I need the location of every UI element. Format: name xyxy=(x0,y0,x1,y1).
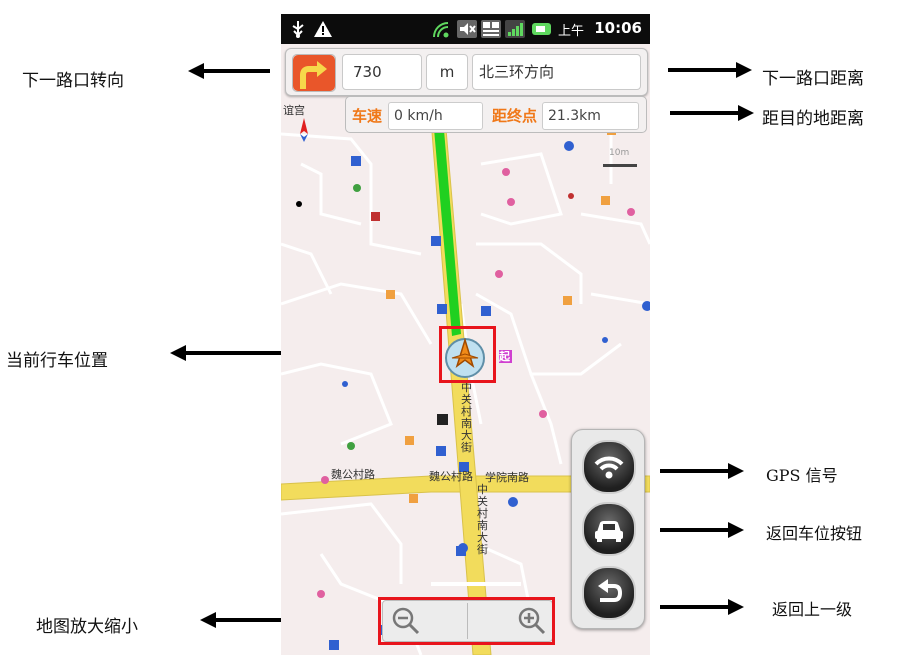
remaining-value: 21.3km xyxy=(542,102,639,130)
annotation-gps-signal: GPS 信号 xyxy=(766,466,838,485)
start-marker: 起 xyxy=(499,350,510,363)
arrow-right-icon xyxy=(660,522,744,538)
battery-icon xyxy=(532,23,551,35)
status-time: 10:06 xyxy=(594,19,642,37)
annotation-next-turn: 下一路口转向 xyxy=(22,71,124,91)
usb-icon xyxy=(292,21,304,38)
trip-info-bar: 车速 0 km/h 距终点 21.3km xyxy=(345,96,647,133)
undo-arrow-icon xyxy=(598,579,623,602)
street-label: 魏公村路 xyxy=(331,468,375,481)
status-bar: 上午 10:06 xyxy=(281,14,650,44)
highlight-zoom xyxy=(378,597,555,645)
status-ampm: 上午 xyxy=(557,24,584,39)
go-back-button[interactable] xyxy=(582,566,636,620)
signal-sync-icon xyxy=(433,22,449,38)
annotation-destination-distance: 距目的地距离 xyxy=(762,109,864,129)
annotation-return-vehicle: 返回车位按钮 xyxy=(766,524,863,543)
gps-signal-button[interactable] xyxy=(582,440,636,494)
arrow-right-icon xyxy=(660,599,744,615)
remaining-label: 距终点 xyxy=(492,107,538,125)
annotation-zoom: 地图放大缩小 xyxy=(36,617,138,637)
map-scale-label: 10m xyxy=(609,148,630,158)
arrow-right-icon xyxy=(668,62,752,78)
navigation-bar: 730 m 北三环方向 xyxy=(285,48,648,96)
side-control-panel xyxy=(571,429,645,629)
highlight-current-position xyxy=(439,326,496,383)
annotation-next-distance: 下一路口距离 xyxy=(762,69,864,89)
next-direction: 北三环方向 xyxy=(472,54,641,90)
street-label: 魏公村路 xyxy=(429,470,473,483)
3g-icon xyxy=(481,20,501,38)
car-icon xyxy=(595,521,623,542)
phone-screen: 上午 10:06 谊宫 10m 魏公村路 魏公村路 学院南路 中关村南大街 中关… xyxy=(281,14,650,655)
street-label: 学院南路 xyxy=(485,471,529,484)
arrow-right-icon xyxy=(660,463,744,479)
turn-direction-button[interactable] xyxy=(292,54,336,92)
wifi-signal-icon xyxy=(594,456,624,479)
map-label-left: 谊宫 xyxy=(283,104,305,117)
annotation-go-back: 返回上一级 xyxy=(772,600,853,619)
warning-icon xyxy=(314,21,332,37)
arrow-right-icon xyxy=(670,105,754,121)
turn-right-icon xyxy=(293,55,335,91)
avenue-label: 中关村南大街 xyxy=(477,483,488,556)
arrow-left-icon xyxy=(188,63,270,79)
mute-icon xyxy=(457,20,477,38)
annotation-current-position: 当前行车位置 xyxy=(6,351,108,371)
speed-value: 0 km/h xyxy=(388,102,483,130)
cell-signal-icon xyxy=(505,20,525,38)
avenue-label: 中关村南大街 xyxy=(461,381,472,454)
next-distance-value: 730 xyxy=(342,54,422,90)
return-vehicle-button[interactable] xyxy=(582,502,636,556)
speed-label: 车速 xyxy=(352,107,383,125)
next-distance-unit: m xyxy=(426,54,468,90)
